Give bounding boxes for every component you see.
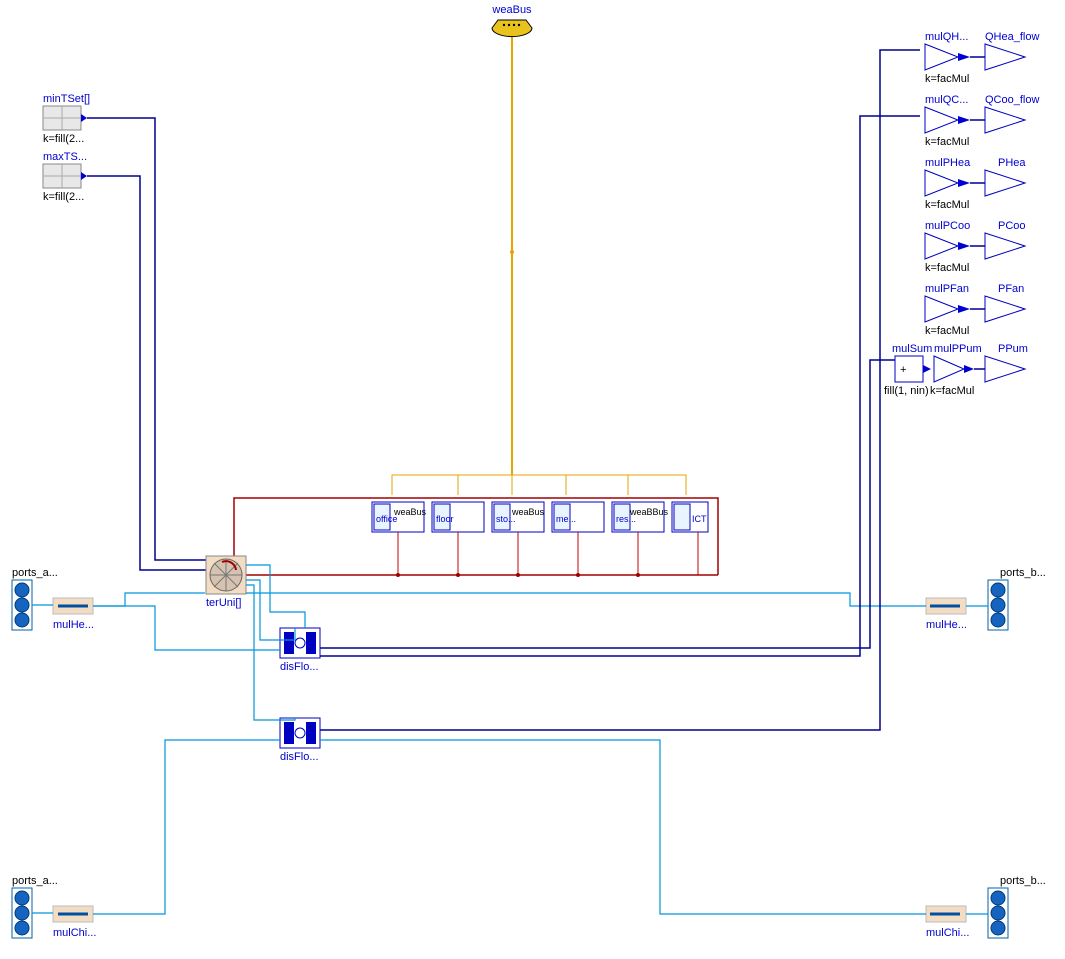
fluid-wire (320, 740, 926, 914)
gain-mulPPum[interactable]: mulPPum k=facMul (930, 343, 982, 397)
maxTS-k: k=fill(2... (43, 191, 84, 203)
mulHe-b-top-label: mulHe... (926, 619, 967, 631)
weabus-branch (512, 475, 628, 495)
output-stack: mulQH... k=facMul QHea_flow mulQC... k=f… (884, 31, 1039, 397)
gain-k: k=facMul (925, 199, 969, 211)
zone-floor[interactable]: floor (432, 502, 484, 532)
output-label: PCoo (998, 220, 1026, 232)
plus-icon: + (900, 364, 906, 376)
disFlo2-label: disFlo... (280, 751, 319, 763)
gain-k: k=facMul (925, 73, 969, 85)
ports-a-bot[interactable] (12, 888, 32, 938)
gain-mulPFan[interactable]: mulPFan k=facMul (925, 283, 970, 337)
zone-weabus: weaBus (511, 507, 545, 517)
zone-strip: office weaBus floor sto... weaBus me... … (372, 502, 708, 532)
zone-me[interactable]: me... (552, 502, 604, 532)
zone-label: floor (436, 514, 454, 524)
ports-b-top-label: ports_b... (1000, 567, 1046, 579)
output-QCoo[interactable]: QCoo_flow (985, 94, 1039, 133)
gain-mulPHea[interactable]: mulPHea k=facMul (925, 157, 971, 211)
zone-weabus: weaBBus (629, 507, 669, 517)
output-PHea[interactable]: PHea (985, 157, 1026, 196)
ports-a-top[interactable] (12, 580, 32, 630)
ports-b-bot-label: ports_b... (1000, 875, 1046, 887)
weabus-branch (512, 475, 686, 495)
terUni-label: terUni[] (206, 597, 241, 609)
output-label: QHea_flow (985, 31, 1039, 43)
gain-k: k=facMul (925, 325, 969, 337)
mulHe-a-top-label: mulHe... (53, 619, 94, 631)
maxTS-block[interactable]: maxTS... k=fill(2... (43, 151, 87, 203)
weabus-branch (512, 475, 566, 495)
minTSet-k: k=fill(2... (43, 133, 84, 145)
gain-k: k=facMul (925, 136, 969, 148)
output-QHea[interactable]: QHea_flow (985, 31, 1039, 70)
output-label: PFan (998, 283, 1024, 295)
output-label: PHea (998, 157, 1026, 169)
output-PFan[interactable]: PFan (985, 283, 1025, 322)
zone-label: ICT (692, 514, 707, 524)
ports-b-bot[interactable] (988, 888, 1008, 938)
weabus-connector[interactable] (492, 20, 532, 37)
maxTS-label: maxTS... (43, 151, 87, 163)
gain-label: mulPHea (925, 157, 971, 169)
zone-office[interactable]: office weaBus (372, 502, 427, 532)
gain-label: mulQC... (925, 94, 968, 106)
zone-sto[interactable]: sto... weaBus (492, 502, 545, 532)
gain-mulPCoo[interactable]: mulPCoo k=facMul (925, 220, 970, 274)
fluid-wire (93, 593, 205, 606)
fluid-wire (93, 606, 280, 650)
zone-res[interactable]: res... weaBBus (612, 502, 669, 532)
ports-a-bot-label: ports_a... (12, 875, 58, 887)
minTSet-wire (87, 118, 210, 560)
output-label: PPum (998, 343, 1028, 355)
gain-mulQH[interactable]: mulQH... k=facMul (925, 31, 970, 85)
disFlo1-label: disFlo... (280, 661, 319, 673)
weabus-node (510, 250, 514, 254)
disFlo2-block[interactable] (280, 718, 320, 748)
ports-b-top[interactable] (988, 580, 1008, 630)
mulSum-fill: fill(1, nin) (884, 385, 929, 397)
heat-bus-lower (234, 560, 718, 575)
mulChi-b-bot-label: mulChi... (926, 927, 969, 939)
fluid-wire (246, 593, 926, 606)
fluid-wire (93, 740, 280, 914)
gain-k: k=facMul (930, 385, 974, 397)
gain-label: mulQH... (925, 31, 968, 43)
gain-label: mulPCoo (925, 220, 970, 232)
weabus-label: weaBus (491, 4, 532, 16)
ports-a-top-label: ports_a... (12, 567, 58, 579)
output-PPum[interactable]: PPum (985, 343, 1028, 382)
mulChi-a-bot-label: mulChi... (53, 927, 96, 939)
mulSum-label: mulSum (892, 343, 932, 355)
weabus-branch (392, 475, 512, 495)
signal-wire (320, 50, 920, 730)
disFlo1-block[interactable] (280, 628, 320, 658)
terUni-block[interactable] (206, 556, 246, 594)
gain-k: k=facMul (925, 262, 969, 274)
maxTS-wire (87, 176, 210, 570)
output-PCoo[interactable]: PCoo (985, 220, 1026, 259)
minTSet-block[interactable]: minTSet[] k=fill(2... (43, 93, 90, 145)
zone-weabus: weaBus (393, 507, 427, 517)
gain-label: mulPFan (925, 283, 969, 295)
gain-mulQC[interactable]: mulQC... k=facMul (925, 94, 970, 148)
gain-label: mulPPum (934, 343, 982, 355)
zone-label: me... (556, 514, 576, 524)
mulSum-block[interactable]: mulSum + fill(1, nin) (884, 343, 932, 397)
output-label: QCoo_flow (985, 94, 1039, 106)
weabus-branch (458, 475, 512, 495)
zone-ict[interactable]: ICT (672, 502, 708, 532)
minTSet-label: minTSet[] (43, 93, 90, 105)
